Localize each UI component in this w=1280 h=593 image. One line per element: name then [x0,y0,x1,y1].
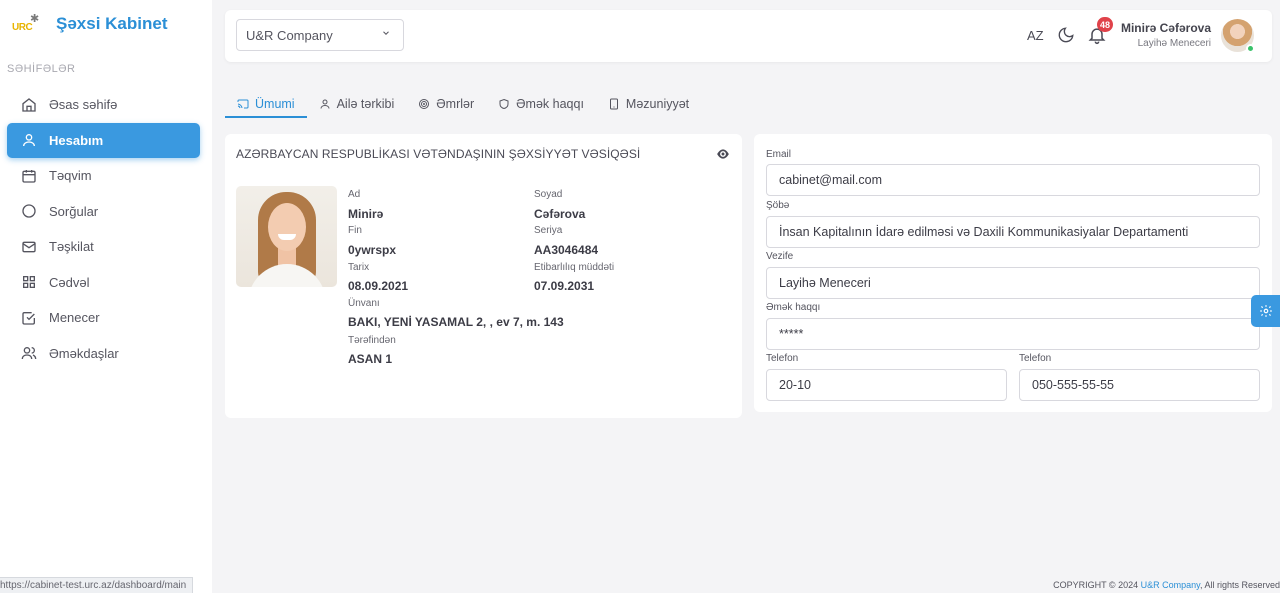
sidebar-item-label: Təşkilat [49,239,94,255]
position-label: Vezife [766,251,794,262]
sidebar-section-label: SƏHİFƏLƏR [7,63,76,75]
field-label-terefinden: Tərəfindən [348,335,396,346]
footer-suffix: , All rights Reserved [1199,580,1280,590]
tab-label: Ailə tərkibi [336,97,395,111]
calendar-icon [20,167,38,185]
brand[interactable]: URC ✱ Şəxsi Kabinet [12,12,168,36]
field-value-soyad: Cəfərova [534,207,586,221]
mail-icon [20,238,38,256]
sidebar-item-calendar[interactable]: Təqvim [0,158,212,194]
tab-vacation[interactable]: Məzuniyyət [596,92,701,116]
user-role: Layihə Meneceri [1137,38,1211,49]
tablet-icon [609,98,618,110]
footer-prefix: COPYRIGHT © 2024 [1053,580,1141,590]
profile-photo [236,186,337,287]
field-value-seriya: AA3046484 [534,243,599,257]
top-header: U&R Company AZ 48 Minirə Cəfərova Layihə… [225,10,1272,62]
employee-info-panel: Email cabinet@mail.com Şöbə İnsan Kapita… [754,134,1272,412]
online-status-dot [1246,44,1255,53]
target-icon [419,99,430,109]
field-label-soyad: Soyad [534,189,563,200]
sidebar-nav: Əsas səhifə Hesabım Təqvim Sorğular Təşk… [0,87,212,371]
language-switch[interactable]: AZ [1027,28,1044,43]
id-card-title: AZƏRBAYCAN RESPUBLİKASI VƏTƏNDAŞININ ŞƏX… [236,147,641,161]
tab-label: Ümumi [255,97,295,111]
eye-icon[interactable] [716,148,730,160]
sidebar-item-label: Hesabım [49,132,104,148]
sidebar-item-requests[interactable]: Sorğular [0,194,212,230]
email-label: Email [766,149,792,160]
field-value-terefinden: ASAN 1 [348,352,393,366]
tab-salary[interactable]: Əmək haqqı [486,92,596,116]
email-field[interactable]: cabinet@mail.com [766,164,1260,196]
profile-tabs: Ümumi Ailə tərkibi Əmrlər Əmək haqqı Məz… [225,92,701,118]
field-label-ad: Ad [348,189,361,200]
sidebar-item-account[interactable]: Hesabım [7,122,200,158]
field-value-fin: 0ywrspx [348,243,397,257]
department-field[interactable]: İnsan Kapitalının İdarə edilməsi və Daxi… [766,216,1260,248]
chevron-down-icon [383,31,389,35]
position-field[interactable]: Layihə Meneceri [766,267,1260,299]
user-name: Minirə Cəfərova [1120,21,1211,35]
field-label-unvan: Ünvanı [348,298,380,309]
tab-label: Əmrlər [436,97,475,111]
moon-icon[interactable] [1057,26,1075,44]
user-icon [20,131,38,149]
footer-copyright: COPYRIGHT © 2024 U&R Company, All rights… [1053,580,1280,590]
tab-general[interactable]: Ümumi [225,92,307,118]
brand-title: Şəxsi Kabinet [56,14,168,33]
cast-icon [237,99,249,109]
circle-icon [20,202,38,220]
phone-internal-label: Telefon [766,353,799,364]
grid-icon [20,273,38,291]
gear-icon [1259,305,1272,317]
sidebar-item-label: Təqvim [49,168,92,184]
brand-logo: URC ✱ [12,12,46,36]
tab-label: Əmək haqqı [516,97,584,111]
phone-mobile-field[interactable]: 050-555-55-55 [1019,369,1260,401]
home-icon [20,96,38,114]
field-label-tarix: Tarix [348,262,370,273]
id-card-panel: AZƏRBAYCAN RESPUBLİKASI VƏTƏNDAŞININ ŞƏX… [225,134,742,418]
field-value-ad: Minirə [348,207,384,221]
sidebar-item-label: Əməkdaşlar [49,345,119,361]
field-label-etibarliliq: Etibarlılıq müddəti [534,262,615,273]
user-icon [320,99,330,109]
sidebar-item-home[interactable]: Əsas səhifə [0,87,212,123]
sidebar-item-organization[interactable]: Təşkilat [0,229,212,265]
tab-orders[interactable]: Əmrlər [406,92,486,116]
users-icon [20,344,38,362]
sidebar-item-table[interactable]: Cədvəl [0,265,212,301]
sidebar-item-employees[interactable]: Əməkdaşlar [0,336,212,372]
salary-field[interactable]: ***** [766,318,1260,350]
field-value-tarix: 08.09.2021 [348,279,409,293]
sidebar-item-label: Əsas səhifə [49,97,118,113]
sidebar-item-label: Menecer [49,310,100,326]
company-select[interactable]: U&R Company [236,19,404,51]
phone-mobile-label: Telefon [1019,353,1052,364]
sidebar-item-label: Sorğular [49,203,99,219]
field-label-fin: Fin [348,225,362,236]
shield-icon [499,98,509,110]
notification-badge: 48 [1097,17,1114,32]
tab-label: Məzuniyyət [625,97,690,111]
field-value-etibarliliq: 07.09.2031 [534,279,595,293]
field-label-seriya: Seriya [534,225,563,236]
browser-status-url: https://cabinet-test.urc.az/dashboard/ma… [0,577,194,593]
settings-button[interactable] [1251,295,1280,327]
company-select-value: U&R Company [246,27,333,43]
phone-internal-field[interactable]: 20-10 [766,369,1007,401]
field-value-unvan: BAKI, YENİ YASAMAL 2, , ev 7, m. 143 [348,315,564,329]
tab-family[interactable]: Ailə tərkibi [307,92,407,116]
salary-label: Əmək haqqı [766,302,821,313]
sidebar: URC ✱ Şəxsi Kabinet SƏHİFƏLƏR Əsas səhif… [0,0,212,593]
logo-sparkle-icon: ✱ [30,13,40,25]
sidebar-item-manager[interactable]: Menecer [0,300,212,336]
sidebar-item-label: Cədvəl [49,274,90,290]
department-label: Şöbə [766,200,790,211]
checkbox-icon [20,309,38,327]
footer-company-link[interactable]: U&R Company [1141,580,1200,590]
